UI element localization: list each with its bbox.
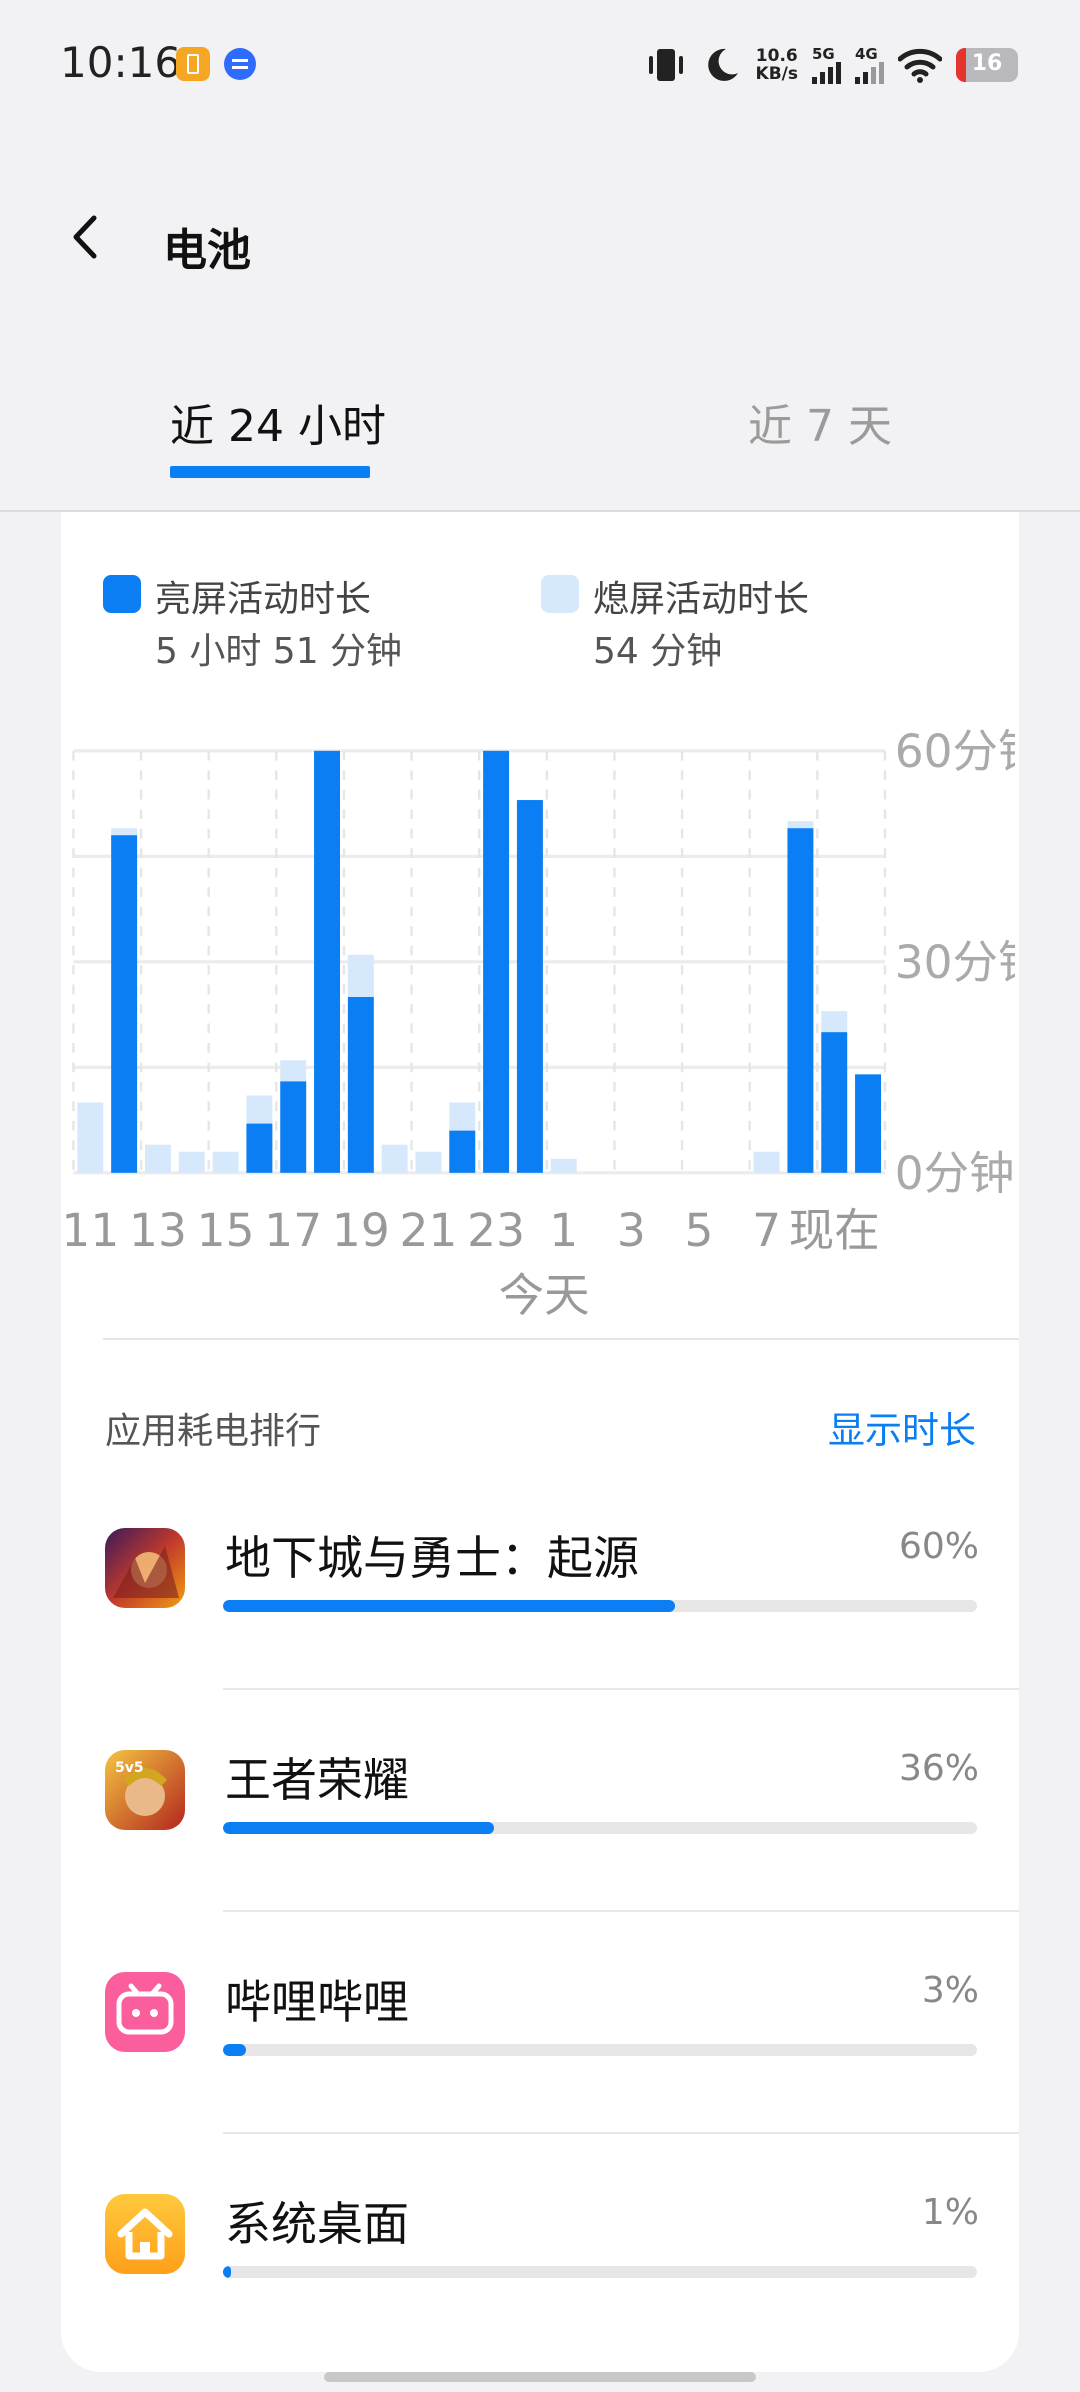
y-tick-label: 30分钟 — [895, 936, 1015, 989]
x-tick-label: 1 — [549, 1204, 578, 1257]
page-title: 电池 — [163, 225, 251, 276]
x-tick-label: 11 — [61, 1204, 119, 1257]
usage-progress-fill — [223, 2266, 231, 2278]
app-name: 哔哩哔哩 — [225, 1975, 409, 2029]
x-tick-label: 现在 — [789, 1204, 880, 1257]
honor-of-kings-app-icon: 5v5 — [105, 1750, 185, 1830]
chevron-left-icon[interactable] — [62, 212, 112, 262]
bar-screen-on — [449, 1130, 476, 1173]
show-duration-button[interactable]: 显示时长 — [828, 1400, 976, 1454]
bar-screen-on — [314, 750, 341, 1173]
app-percent: 3% — [921, 1970, 979, 2011]
y-tick-label: 60分钟 — [895, 725, 1015, 778]
status-time: 10:16 — [60, 38, 182, 87]
bar-screen-on — [483, 750, 510, 1173]
legend-value-screen-off: 54 分钟 — [593, 631, 723, 672]
bar-screen-off — [753, 1151, 780, 1173]
tab-7-days[interactable]: 近 7 天 — [748, 390, 892, 454]
network-speed: 10.6 KB/s — [755, 46, 798, 84]
usage-progress-track — [223, 2044, 977, 2056]
app-row-honor-of-kings[interactable]: 5v5 王者荣耀 36% — [61, 1690, 1019, 1912]
bilibili-app-icon — [105, 1972, 185, 2052]
usage-progress-fill — [223, 2044, 246, 2056]
app-percent: 1% — [921, 2192, 979, 2233]
x-tick-label: 21 — [400, 1204, 458, 1257]
signal-5g-icon: 5G — [812, 46, 841, 84]
app-percent: 36% — [898, 1748, 979, 1789]
y-tick-label: 0分钟 — [895, 1147, 1015, 1200]
ranking-title: 应用耗电排行 — [105, 1411, 322, 1452]
tab-active-indicator — [170, 466, 370, 478]
app-name: 王者荣耀 — [225, 1753, 409, 1807]
tab-24-hours[interactable]: 近 24 小时 — [170, 390, 386, 454]
bar-screen-off — [415, 1151, 442, 1173]
section-divider — [103, 1338, 1019, 1340]
bar-screen-off — [212, 1151, 239, 1173]
bar-screen-off — [280, 1060, 307, 1082]
usage-progress-fill — [223, 1822, 495, 1834]
message-notification-icon — [224, 48, 256, 80]
usage-progress-track — [223, 2266, 977, 2278]
tab-bar: 近 24 小时 近 7 天 — [0, 390, 1080, 510]
x-tick-label: 7 — [752, 1204, 781, 1257]
bar-screen-off — [449, 1102, 476, 1131]
app-row-bilibili[interactable]: 哔哩哔哩 3% — [61, 1912, 1019, 2134]
svg-text:5v5: 5v5 — [115, 1760, 144, 1776]
bar-screen-off — [381, 1144, 408, 1173]
bar-screen-on — [516, 800, 543, 1173]
usage-progress-track — [223, 1822, 977, 1834]
status-icons: 10.6 KB/s 5G 4G 16 — [644, 40, 1018, 90]
bar-screen-off — [246, 1095, 273, 1124]
legend-value-screen-on: 5 小时 51 分钟 — [155, 631, 403, 672]
do-not-disturb-moon-icon — [707, 48, 738, 81]
bar-screen-on — [787, 828, 814, 1173]
bar-screen-off — [77, 1102, 104, 1173]
bar-screen-on — [111, 835, 138, 1173]
x-tick-label: 13 — [129, 1204, 187, 1257]
bar-screen-off — [144, 1144, 171, 1173]
bar-screen-on — [246, 1123, 273, 1173]
usage-bar-chart: 60分钟30分钟0分钟111315171921231357现在今天 — [61, 725, 1015, 1322]
vibrate-icon — [648, 49, 683, 81]
usage-progress-fill — [223, 1600, 676, 1612]
legend-swatch-screen-on — [103, 575, 141, 613]
x-tick-label: 15 — [197, 1204, 255, 1257]
x-tick-label: 5 — [685, 1204, 714, 1257]
x-tick-label: 23 — [467, 1204, 525, 1257]
bar-screen-on — [821, 1032, 848, 1173]
bar-screen-off — [111, 828, 138, 836]
status-bar: 10:16 10.6 KB/s 5G 4G 16 — [0, 0, 1080, 130]
home-launcher-app-icon — [105, 2194, 185, 2274]
x-tick-label: 19 — [332, 1204, 390, 1257]
home-indicator[interactable] — [324, 2372, 756, 2382]
bar-screen-off — [821, 1011, 848, 1033]
app-name: 地下城与勇士：起源 — [225, 1531, 639, 1585]
bar-screen-off — [347, 954, 374, 997]
app-percent: 60% — [898, 1526, 979, 1567]
bar-screen-off — [178, 1151, 205, 1173]
dnf-origin-app-icon — [105, 1528, 185, 1608]
bar-screen-on — [855, 1074, 882, 1173]
x-tick-label: 17 — [264, 1204, 322, 1257]
battery-usage-card: 亮屏活动时长 5 小时 51 分钟 熄屏活动时长 54 分钟 60分钟 30分钟 0… — [61, 512, 1019, 2372]
x-axis-caption: 今天 — [499, 1269, 590, 1322]
x-tick-label: 3 — [617, 1204, 646, 1257]
wifi-icon — [898, 48, 942, 83]
header: 电池 — [0, 190, 1080, 290]
bar-screen-on — [347, 996, 374, 1173]
legend-swatch-screen-off — [541, 575, 579, 613]
battery-icon: 16 — [956, 48, 1018, 82]
signal-4g-icon: 4G — [855, 46, 884, 84]
battery-saver-notification-icon — [176, 47, 210, 81]
bar-screen-off — [550, 1158, 577, 1173]
usage-progress-track — [223, 1600, 977, 1612]
app-row-dnf[interactable]: 地下城与勇士：起源 60% — [61, 1468, 1019, 1690]
legend-label-screen-on: 亮屏活动时长 — [155, 579, 372, 620]
bar-screen-on — [280, 1081, 307, 1173]
bar-screen-off — [787, 821, 814, 829]
legend-label-screen-off: 熄屏活动时长 — [593, 579, 810, 620]
app-name: 系统桌面 — [225, 2197, 409, 2251]
app-row-launcher[interactable]: 系统桌面 1% — [61, 2134, 1019, 2356]
